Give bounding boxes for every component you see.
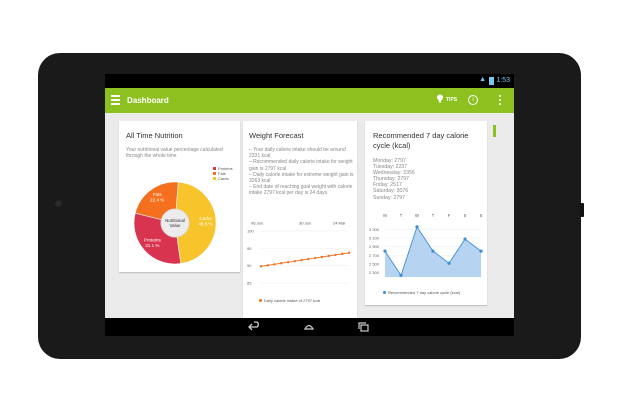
forecast-title: Weight Forecast (249, 131, 304, 140)
y-tick-label: 90 (247, 263, 252, 268)
x-date-label: 30 Jan (299, 221, 311, 226)
calorie-point (479, 249, 483, 253)
nutrition-donut-chart: Carbs 46.5 %Proteins 31.1 %Fats 22.4 %Nutri… (133, 181, 217, 265)
y-tick-label: 2 500 (369, 262, 380, 267)
y-tick-label: 3 100 (369, 236, 380, 241)
calorie-point (463, 237, 467, 241)
calorie-cycle-legend: Recommended 7 day calorie cycle (kcal) (383, 290, 460, 295)
forecast-line: – Recommended daily calorie intake for w… (249, 159, 353, 172)
forecast-line: – Daily calorie intake for extreme weigh… (249, 171, 354, 185)
y-tick-label: 2 300 (369, 270, 380, 275)
forecast-point (266, 264, 269, 267)
forecast-point (273, 263, 276, 266)
home-icon[interactable] (302, 321, 316, 333)
battery-icon (489, 77, 494, 85)
forecast-point (341, 252, 344, 256)
calorie-point (415, 225, 419, 229)
x-day-label: S (464, 213, 467, 218)
y-tick-label: 95 (247, 246, 252, 251)
forecast-text: – Your daily calorie intake should be ar… (249, 147, 355, 197)
forecast-point (334, 253, 337, 257)
calorie-cycle-title: Recommended 7 day calorie cycle (kcal) (373, 131, 469, 150)
forecast-point (286, 261, 290, 264)
volume-button (580, 203, 584, 217)
dashboard-content: All Time Nutrition Your nutritional valu… (105, 113, 514, 318)
screen: ▲ 1:53 Dashboard TIPS i All Time Nutriti… (105, 74, 514, 336)
forecast-point (280, 262, 283, 265)
y-tick-label: 2 700 (369, 253, 380, 258)
forecast-point (347, 251, 351, 255)
x-date-label: 24 Mar (333, 221, 346, 226)
front-camera (54, 199, 63, 208)
back-icon[interactable] (248, 321, 262, 333)
pie-label-proteins: Proteins 31.1 % (144, 237, 162, 247)
wifi-icon: ▲ (479, 76, 486, 83)
x-date-label: 06 Jan (251, 221, 263, 226)
forecast-point (307, 257, 310, 261)
pie-label-carbs: Carbs 46.5 % (198, 216, 212, 226)
info-icon[interactable]: i (468, 95, 478, 105)
calorie-point (447, 261, 451, 265)
calorie-point (383, 249, 387, 253)
status-time: 1:53 (496, 77, 510, 84)
forecast-point (320, 255, 324, 259)
recent-apps-icon[interactable] (357, 321, 371, 333)
forecast-point (313, 256, 317, 260)
forecast-point (259, 265, 263, 268)
overflow-menu-icon[interactable] (499, 95, 502, 107)
x-day-label: F (448, 213, 451, 218)
x-day-label: S (480, 213, 483, 218)
nutrition-legend: Proteins Fats Carbs (213, 166, 233, 181)
forecast-line: – Your daily calorie intake should be ar… (249, 147, 346, 160)
calorie-cycle-card[interactable]: Recommended 7 day calorie cycle (kcal) M… (365, 121, 487, 305)
nutrition-title: All Time Nutrition (126, 131, 183, 140)
page-title: Dashboard (127, 96, 169, 105)
tips-button[interactable]: TIPS (446, 97, 457, 103)
forecast-legend: Daily calorie intake of 2797 kcal (259, 298, 320, 303)
x-day-label: T (432, 213, 435, 218)
forecast-line-chart: 100 95 90 85 06 Jan 30 Jan 24 Mar (247, 221, 351, 286)
y-tick-label: 3 300 (369, 227, 380, 232)
action-bar: Dashboard TIPS i (105, 88, 514, 113)
x-day-label: M (383, 213, 387, 218)
calorie-point (399, 273, 403, 277)
status-bar: ▲ 1:53 (105, 74, 514, 88)
navigation-bar (105, 318, 514, 336)
calorie-day-list: Monday: 2797 Tuesday: 2237 Wednesday: 33… (373, 158, 415, 201)
x-day-label: W (415, 213, 419, 218)
calorie-day-item: Sunday: 2797 (373, 194, 406, 201)
calorie-cycle-area-chart: 3 300 3 100 2 900 2 700 2 500 2 300 M T W T F S S (369, 213, 483, 277)
y-tick-label: 100 (247, 229, 254, 234)
lightbulb-icon[interactable] (436, 94, 444, 103)
forecast-line: – End date of reaching goal weight with … (249, 184, 353, 197)
forecast-point (327, 254, 330, 258)
y-tick-label: 85 (247, 281, 252, 286)
x-day-label: T (400, 213, 403, 218)
scroll-indicator[interactable] (493, 125, 496, 137)
nutrition-description: Your nutritional value percentage calcul… (126, 147, 223, 160)
calorie-point (431, 249, 435, 253)
weight-forecast-card[interactable]: Weight Forecast – Your daily calorie int… (243, 121, 357, 318)
nutrition-card[interactable]: All Time Nutrition Your nutritional valu… (119, 121, 240, 272)
menu-icon[interactable] (111, 95, 120, 105)
forecast-point (300, 258, 303, 262)
y-tick-label: 2 900 (369, 244, 380, 249)
forecast-point (293, 259, 297, 263)
